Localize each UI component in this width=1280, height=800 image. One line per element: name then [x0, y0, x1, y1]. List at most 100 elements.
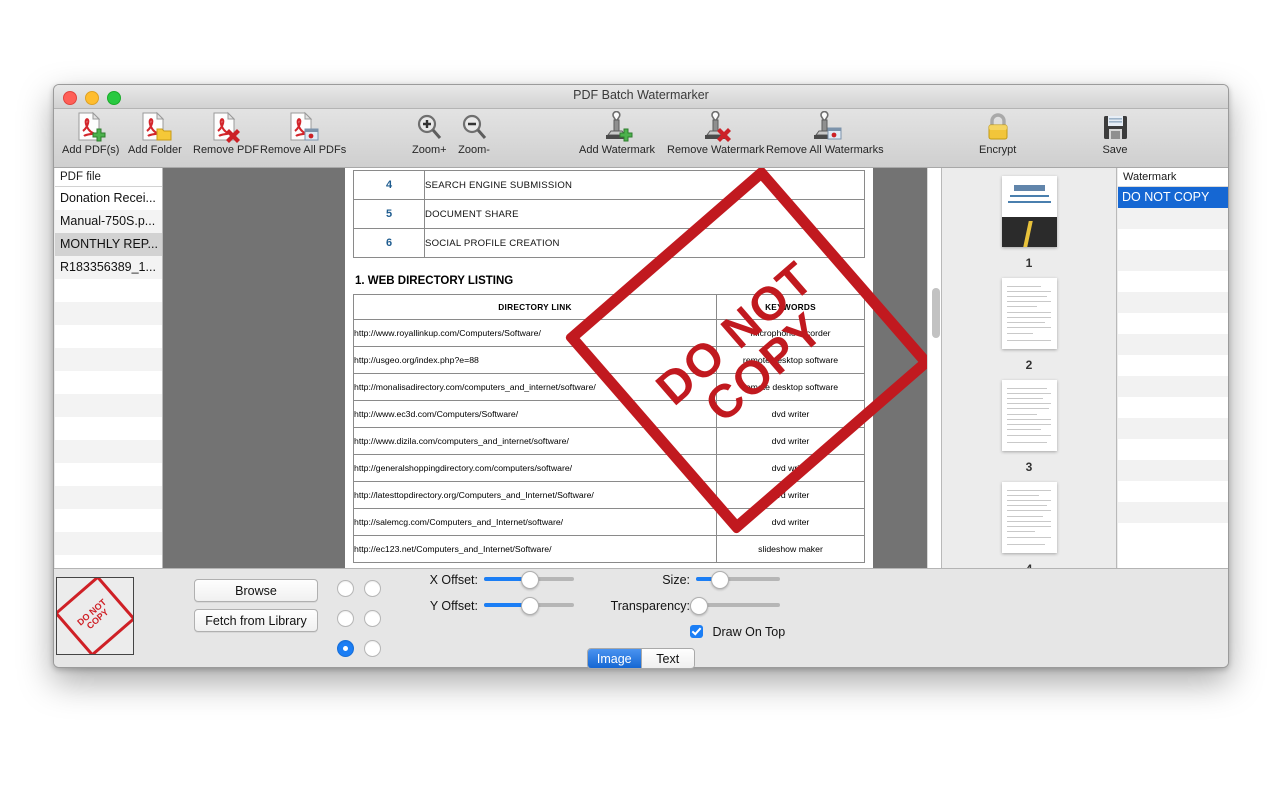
table-row: http://latesttopdirectory.org/Computers_…	[353, 481, 865, 509]
slider-knob[interactable]	[710, 571, 729, 589]
watermark-list-empty-row	[1118, 271, 1228, 292]
fetch-from-library-button[interactable]: Fetch from Library	[194, 609, 318, 632]
table-row: http://www.dizila.com/computers_and_inte…	[353, 427, 865, 455]
page-thumbnail-text[interactable]	[1001, 380, 1057, 451]
toolbar-button-add-watermark[interactable]: Add Watermark	[579, 111, 655, 156]
slider-knob[interactable]	[521, 571, 539, 589]
toolbar-button-remove-watermark[interactable]: Remove Watermark	[667, 111, 764, 156]
slider-knob[interactable]	[690, 597, 708, 615]
page-thumbnail-text[interactable]	[1001, 482, 1057, 553]
toolbar-label: Encrypt	[979, 144, 1017, 156]
file-list-item[interactable]: Manual-750S.p...	[55, 210, 162, 233]
file-list-item[interactable]: R183356389_1...	[55, 256, 162, 279]
toolbar-label: Remove Watermark	[667, 144, 765, 156]
pdf-file-list-header: PDF file	[55, 168, 162, 187]
thumbnail-item[interactable]: 2	[942, 278, 1116, 372]
size-label: Size:	[662, 573, 690, 587]
toolbar-label: Save	[1102, 144, 1128, 156]
thumbnail-item[interactable]: 3	[942, 380, 1116, 474]
tab-text[interactable]: Text	[640, 649, 694, 668]
row-number: 4	[353, 170, 425, 200]
add-watermark-icon	[579, 111, 655, 143]
window-title: PDF Batch Watermarker	[573, 88, 709, 102]
watermark-list-empty-row	[1118, 355, 1228, 376]
position-radio-middle-center[interactable]	[337, 640, 354, 657]
pdf-page: 4 SEARCH ENGINE SUBMISSION 5 DOCUMENT SH…	[345, 168, 934, 568]
toolbar-button-encrypt[interactable]: Encrypt	[979, 111, 1016, 156]
toolbar-label: Zoom+	[412, 144, 447, 156]
toolbar-button-remove-all-pdfs[interactable]: Remove All PDFs	[260, 111, 346, 156]
position-radio-middle-right[interactable]	[364, 640, 382, 657]
toolbar-label: Remove All PDFs	[260, 144, 347, 156]
zoom-out-icon	[458, 111, 490, 143]
cell-keyword: dvd writer	[716, 454, 865, 482]
watermark-preview[interactable]: DO NOT COPY	[56, 577, 134, 655]
page-thumbnail-cover[interactable]	[1001, 176, 1057, 247]
remove-watermark-icon	[667, 111, 764, 143]
toolbar-label: Add Folder	[128, 144, 182, 156]
transparency-slider[interactable]	[690, 597, 780, 615]
file-list-item[interactable]: Donation Recei...	[55, 187, 162, 210]
viewer-scrollbar-thumb[interactable]	[932, 288, 940, 338]
draw-on-top-checkbox-row[interactable]: Draw On Top	[690, 623, 785, 641]
watermark-list-empty-row	[1118, 460, 1228, 481]
toolbar-button-add-folder[interactable]: Add Folder	[128, 111, 182, 156]
file-list-empty-row	[55, 486, 162, 509]
page-thumbnail-pane[interactable]: 1 2 3	[941, 168, 1117, 568]
table-row: 5 DOCUMENT SHARE	[353, 199, 865, 229]
transparency-label: Transparency:	[610, 599, 690, 613]
pdf-file-list[interactable]: PDF file Donation Recei... Manual-750S.p…	[55, 168, 163, 568]
row-number: 5	[353, 199, 425, 229]
add-folder-icon	[128, 111, 182, 143]
remove-all-watermarks-icon	[766, 111, 884, 143]
file-list-empty-row	[55, 348, 162, 371]
file-list-empty-row	[55, 371, 162, 394]
watermark-type-segmented-control[interactable]: Image Text	[587, 648, 695, 669]
slider-fill	[484, 603, 525, 607]
watermark-list-item-selected[interactable]: DO NOT COPY	[1118, 187, 1228, 208]
column-header-keywords: KEYWORDS	[716, 294, 865, 320]
file-list-item-selected[interactable]: MONTHLY REP...	[55, 233, 162, 256]
draw-on-top-label: Draw On Top	[712, 625, 786, 639]
pdf-viewer[interactable]: 4 SEARCH ENGINE SUBMISSION 5 DOCUMENT SH…	[163, 168, 943, 568]
thumbnail-item[interactable]: 1	[942, 176, 1116, 270]
cell-keyword: dvd writer	[716, 481, 865, 509]
toolbar-button-remove-pdf[interactable]: Remove PDF	[193, 111, 259, 156]
watermark-list[interactable]: Watermark DO NOT COPY	[1118, 168, 1228, 568]
draw-on-top-checkbox[interactable]	[690, 625, 703, 638]
toolbar-button-add-pdfs[interactable]: Add PDF(s)	[62, 111, 119, 156]
cell-link: http://www.ec3d.com/Computers/Software/	[353, 400, 717, 428]
toolbar-button-zoom-out[interactable]: Zoom-	[458, 111, 490, 156]
watermark-list-empty-row	[1118, 376, 1228, 397]
page-thumbnail-text[interactable]	[1001, 278, 1057, 349]
table-row: http://usgeo.org/index.php?e=88 remote d…	[353, 346, 865, 374]
thumbnail-item[interactable]: 4	[942, 482, 1116, 568]
cell-keyword: dvd writer	[716, 427, 865, 455]
watermark-list-empty-row	[1118, 418, 1228, 439]
toolbar-button-save[interactable]: Save	[1100, 111, 1130, 156]
file-list-empty-row	[55, 463, 162, 486]
cell-keyword: remote desktop software	[716, 346, 865, 374]
slider-knob[interactable]	[521, 597, 539, 615]
row-text: SOCIAL PROFILE CREATION	[424, 228, 865, 258]
tab-image[interactable]: Image	[588, 649, 641, 668]
watermark-list-empty-row	[1118, 523, 1228, 544]
cell-link: http://usgeo.org/index.php?e=88	[353, 346, 717, 374]
file-list-empty-row	[55, 417, 162, 440]
watermark-position-grid[interactable]	[337, 580, 405, 667]
watermark-list-empty-row	[1118, 250, 1228, 271]
size-slider[interactable]	[696, 571, 780, 589]
add-pdf-icon	[62, 111, 119, 143]
cell-link: http://generalshoppingdirectory.com/comp…	[353, 454, 717, 482]
cell-keyword: dvd writer	[716, 400, 865, 428]
browse-button[interactable]: Browse	[194, 579, 318, 602]
table-header-row: DIRECTORY LINK KEYWORDS	[353, 294, 865, 320]
title-bar: PDF Batch Watermarker	[54, 85, 1228, 109]
file-list-empty-row	[55, 509, 162, 532]
table-row: 4 SEARCH ENGINE SUBMISSION	[353, 170, 865, 200]
lock-icon	[979, 111, 1016, 143]
toolbar-button-remove-all-watermarks[interactable]: Remove All Watermarks	[766, 111, 884, 156]
row-number: 6	[353, 228, 425, 258]
toolbar-button-zoom-in[interactable]: Zoom+	[412, 111, 447, 156]
column-header-link: DIRECTORY LINK	[353, 294, 717, 320]
